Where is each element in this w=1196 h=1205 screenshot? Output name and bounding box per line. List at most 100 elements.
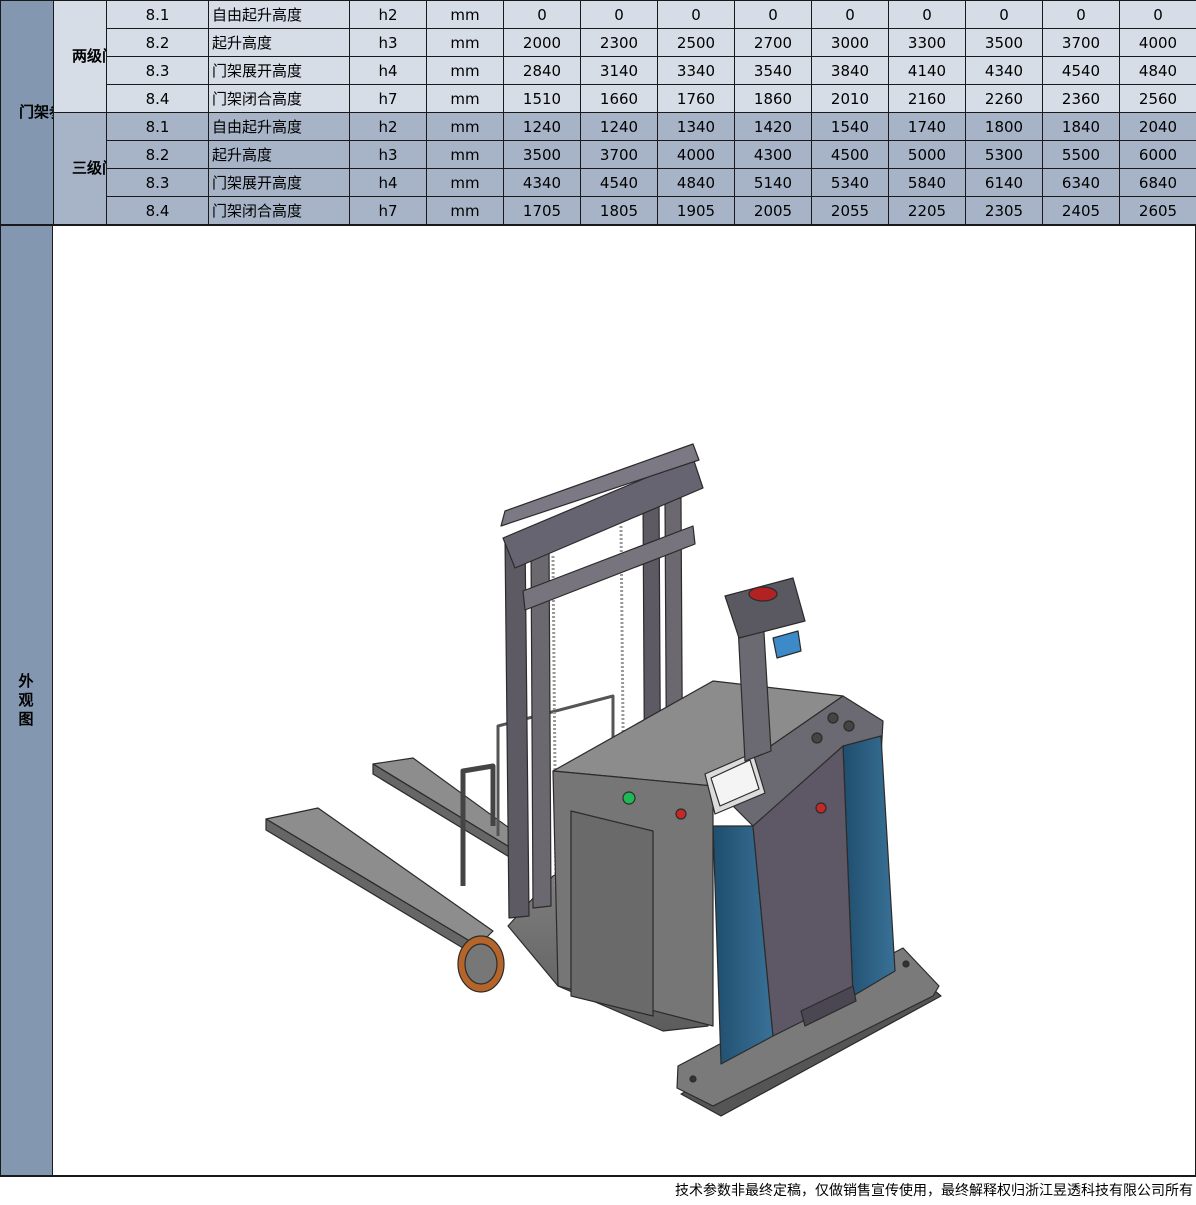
parameter-value: 2605 xyxy=(1119,196,1196,225)
parameter-symbol: h2 xyxy=(349,112,427,141)
forklift-agv-illustration-icon xyxy=(265,443,942,1117)
parameter-value: 4340 xyxy=(503,168,581,197)
parameter-value: 3500 xyxy=(965,28,1043,57)
parameter-value: 1660 xyxy=(580,84,658,113)
parameter-name: 起升高度 xyxy=(208,28,350,57)
parameter-value: 2005 xyxy=(734,196,812,225)
parameter-value: 5340 xyxy=(811,168,889,197)
parameter-unit: mm xyxy=(426,112,504,141)
parameter-value: 3140 xyxy=(580,56,658,85)
parameter-unit: mm xyxy=(426,84,504,113)
parameter-unit: mm xyxy=(426,0,504,29)
parameter-value: 6000 xyxy=(1119,140,1196,169)
parameter-value: 2160 xyxy=(888,84,966,113)
row-number: 8.1 xyxy=(106,0,209,29)
disclaimer-footer: 技术参数非最终定稿，仅做销售宣传使用，最终解释权归浙江昱透科技有限公司所有 xyxy=(0,1176,1196,1205)
parameter-value: 2300 xyxy=(580,28,658,57)
parameter-value: 1510 xyxy=(503,84,581,113)
parameter-value: 4000 xyxy=(657,140,735,169)
parameter-value: 5140 xyxy=(734,168,812,197)
parameter-value: 4140 xyxy=(888,56,966,85)
parameter-value: 1705 xyxy=(503,196,581,225)
row-number: 8.3 xyxy=(106,56,209,85)
parameter-value: 1240 xyxy=(580,112,658,141)
parameter-symbol: h7 xyxy=(349,84,427,113)
row-number: 8.1 xyxy=(106,112,209,141)
parameter-value: 6140 xyxy=(965,168,1043,197)
parameter-value: 0 xyxy=(657,0,735,29)
parameter-value: 3300 xyxy=(888,28,966,57)
row-number: 8.3 xyxy=(106,168,209,197)
parameter-name: 门架展开高度 xyxy=(208,168,350,197)
parameter-value: 0 xyxy=(965,0,1043,29)
parameter-value: 2700 xyxy=(734,28,812,57)
parameter-symbol: h4 xyxy=(349,168,427,197)
parameter-value: 2500 xyxy=(657,28,735,57)
parameter-value: 0 xyxy=(1042,0,1120,29)
parameter-value: 0 xyxy=(1119,0,1196,29)
parameter-value: 2305 xyxy=(965,196,1043,225)
parameter-value: 5840 xyxy=(888,168,966,197)
spec-sheet: 门架参数两级门架8.1自由起升高度h2mm0000000008.2起升高度h3m… xyxy=(0,0,1196,1205)
parameter-value: 1340 xyxy=(657,112,735,141)
parameter-symbol: h3 xyxy=(349,140,427,169)
parameter-value: 1905 xyxy=(657,196,735,225)
parameter-value: 1540 xyxy=(811,112,889,141)
parameter-value: 2010 xyxy=(811,84,889,113)
parameter-value: 4540 xyxy=(580,168,658,197)
appearance-section-label: 外观图 xyxy=(0,225,53,1176)
parameter-name: 自由起升高度 xyxy=(208,0,350,29)
parameter-value: 1240 xyxy=(503,112,581,141)
parameter-name: 自由起升高度 xyxy=(208,112,350,141)
parameter-value: 0 xyxy=(734,0,812,29)
parameter-symbol: h3 xyxy=(349,28,427,57)
table-row: 三级门架8.1自由起升高度h2mm12401240134014201540174… xyxy=(1,112,1196,225)
parameter-value: 3840 xyxy=(811,56,889,85)
mast-parameter-table: 门架参数两级门架8.1自由起升高度h2mm0000000008.2起升高度h3m… xyxy=(0,0,1196,225)
parameter-value: 3700 xyxy=(580,140,658,169)
parameter-value: 0 xyxy=(503,0,581,29)
parameter-value: 0 xyxy=(580,0,658,29)
parameter-value: 2040 xyxy=(1119,112,1196,141)
parameter-unit: mm xyxy=(426,56,504,85)
parameter-value: 4840 xyxy=(1119,56,1196,85)
row-number: 8.2 xyxy=(106,140,209,169)
parameter-symbol: h2 xyxy=(349,0,427,29)
parameter-value: 6340 xyxy=(1042,168,1120,197)
parameter-value: 1740 xyxy=(888,112,966,141)
mast-section-label: 门架参数 xyxy=(0,0,54,225)
parameter-value: 1420 xyxy=(734,112,812,141)
parameter-value: 3540 xyxy=(734,56,812,85)
parameter-symbol: h4 xyxy=(349,56,427,85)
parameter-value: 1860 xyxy=(734,84,812,113)
row-number: 8.2 xyxy=(106,28,209,57)
mast-group-label: 三级门架 xyxy=(53,112,107,225)
parameter-value: 0 xyxy=(811,0,889,29)
parameter-value: 1805 xyxy=(580,196,658,225)
parameter-name: 起升高度 xyxy=(208,140,350,169)
parameter-value: 2840 xyxy=(503,56,581,85)
parameter-value: 2000 xyxy=(503,28,581,57)
table-row: 8.4 门架闭合高度 h7 mm 1510 1660 1760 1860 2010 2160 226… xyxy=(1,84,1196,113)
parameter-name: 门架闭合高度 xyxy=(208,84,350,113)
parameter-value: 0 xyxy=(888,0,966,29)
parameter-value: 2560 xyxy=(1119,84,1196,113)
parameter-unit: mm xyxy=(426,28,504,57)
parameter-name: 门架展开高度 xyxy=(208,56,350,85)
table-row: 8.4 门架闭合高度 h7 mm 1705 1805 1905 2005 2055 2205 230… xyxy=(1,196,1196,225)
table-row: 8.3 门架展开高度 h4 mm 4340 4540 4840 5140 5340 5840 614… xyxy=(1,168,1196,197)
parameter-value: 3500 xyxy=(503,140,581,169)
parameter-value: 5000 xyxy=(888,140,966,169)
parameter-value: 2055 xyxy=(811,196,889,225)
parameter-value: 2405 xyxy=(1042,196,1120,225)
parameter-value: 2260 xyxy=(965,84,1043,113)
parameter-value: 4000 xyxy=(1119,28,1196,57)
parameter-value: 4540 xyxy=(1042,56,1120,85)
parameter-value: 4300 xyxy=(734,140,812,169)
table-row: 8.2 起升高度 h3 mm 3500 3700 4000 4300 4500 5000 5300 5… xyxy=(1,140,1196,169)
mast-group-label: 两级门架 xyxy=(53,0,107,113)
parameter-value: 2360 xyxy=(1042,84,1120,113)
row-number: 8.4 xyxy=(106,196,209,225)
parameter-value: 3340 xyxy=(657,56,735,85)
parameter-value: 1840 xyxy=(1042,112,1120,141)
